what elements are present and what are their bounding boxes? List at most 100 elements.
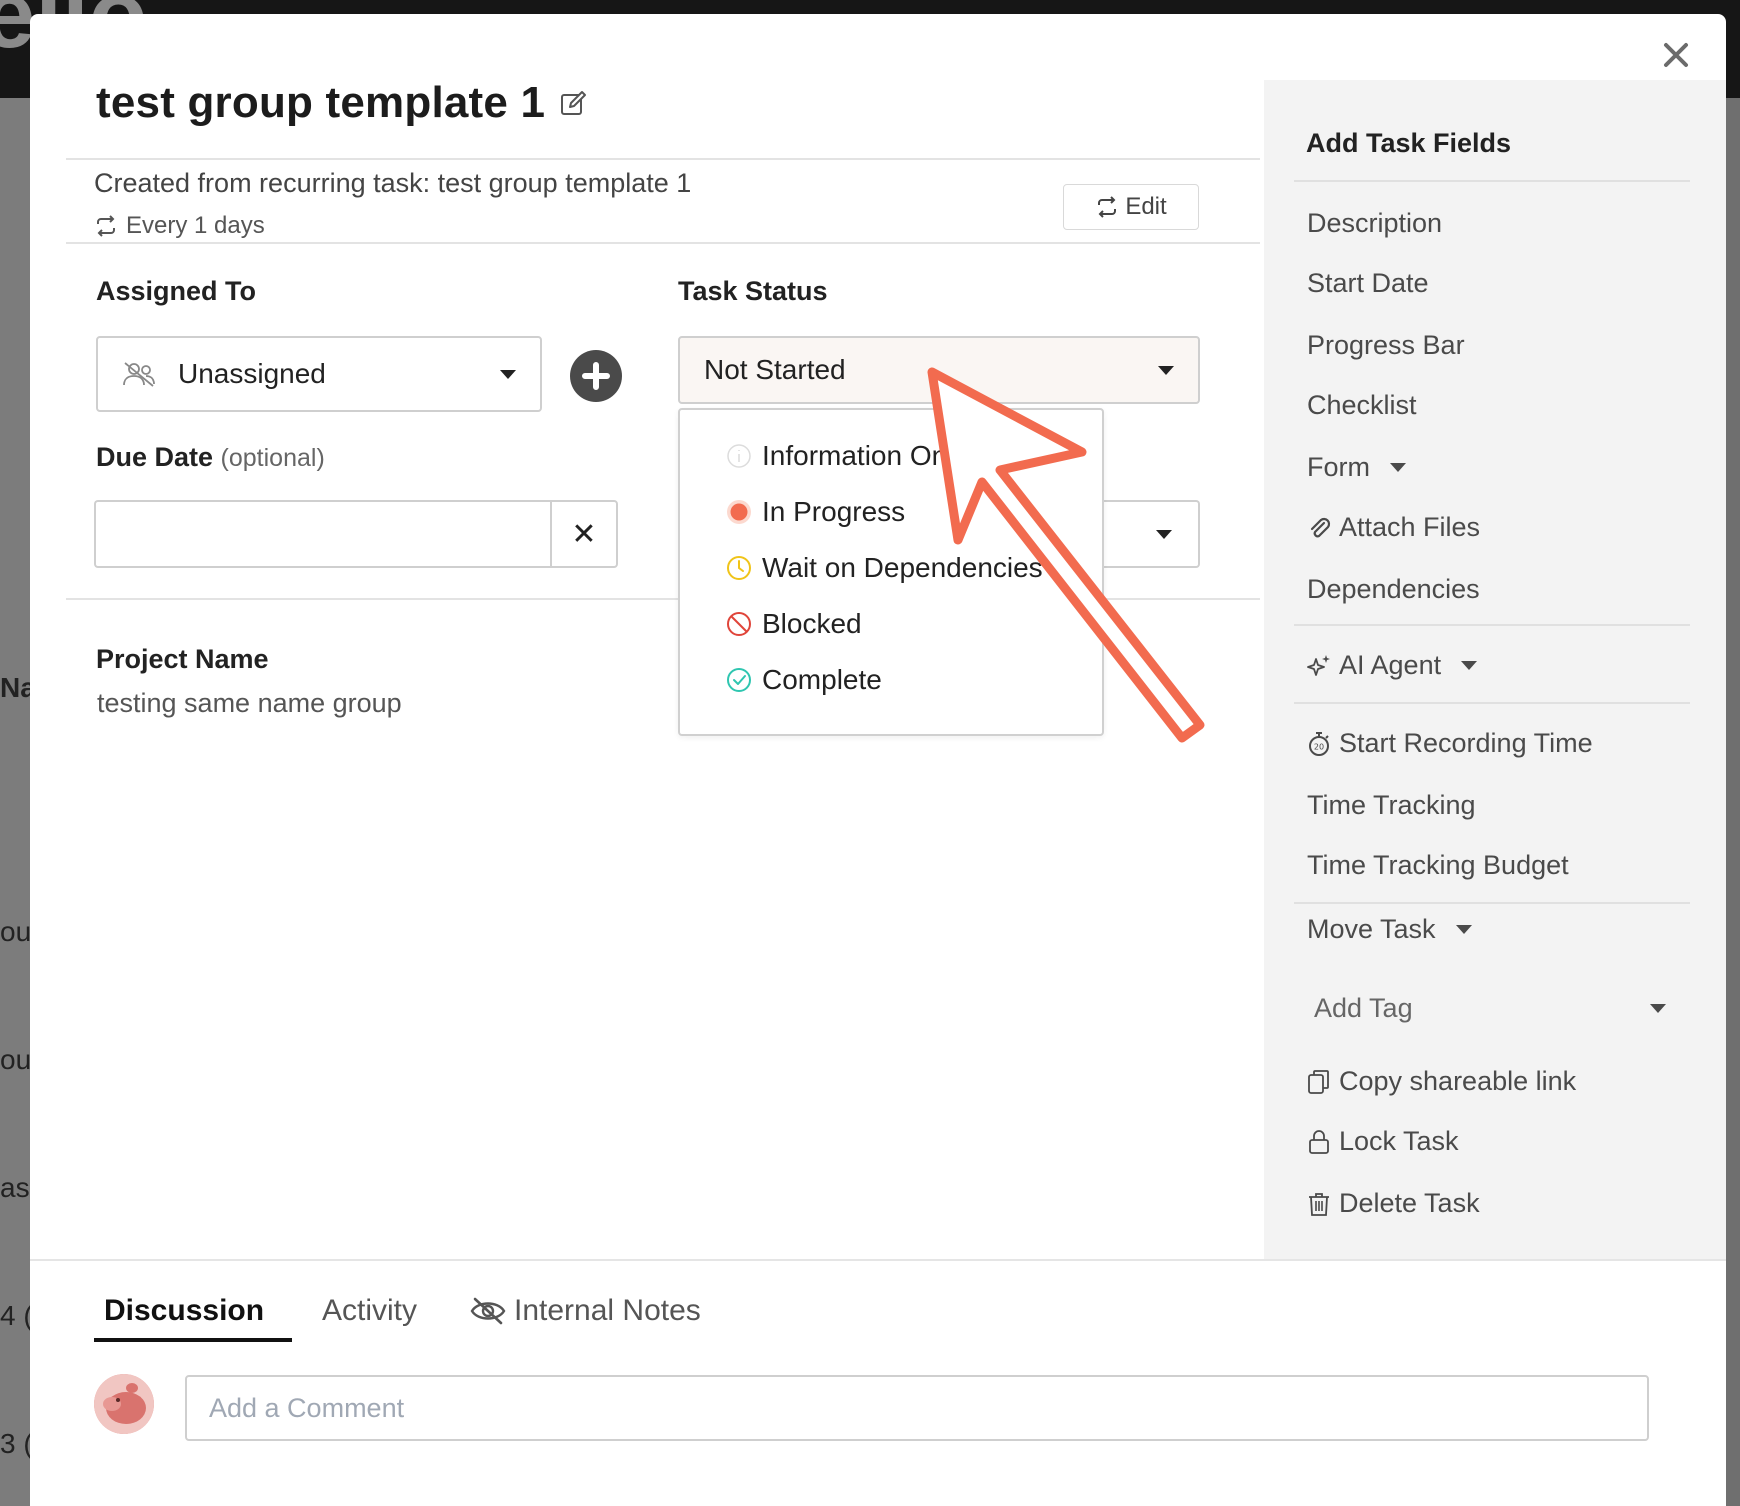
- repeat-icon: [1098, 196, 1117, 218]
- lock-icon: [1309, 1129, 1329, 1154]
- close-icon[interactable]: [1656, 36, 1696, 76]
- project-name-value: testing same name group: [97, 688, 402, 718]
- edit-recurrence-button[interactable]: Edit: [1063, 184, 1199, 230]
- add-assignee-button[interactable]: [570, 350, 622, 402]
- background-text: as: [0, 1172, 30, 1203]
- recurring-frequency-label: Every 1 days: [126, 212, 265, 239]
- title-row: test group template 1: [96, 78, 587, 128]
- sidebar-item-time-tracking[interactable]: Time Tracking: [1307, 790, 1476, 821]
- divider: [1294, 702, 1690, 704]
- sidebar-item-start-recording-time[interactable]: 20 Start Recording Time: [1307, 728, 1593, 759]
- eye-slash-icon: [470, 1297, 506, 1325]
- sidebar-item-checklist[interactable]: Checklist: [1307, 390, 1417, 421]
- sidebar-title: Add Task Fields: [1306, 128, 1512, 158]
- sparkles-icon: [1307, 654, 1330, 676]
- repeat-icon: [97, 215, 115, 237]
- status-option-in-progress[interactable]: In Progress: [726, 496, 905, 528]
- tab-discussion[interactable]: Discussion: [104, 1294, 264, 1328]
- background-text: ou: [0, 1044, 32, 1075]
- background-sidebar: [0, 98, 30, 1506]
- pencil-icon[interactable]: [559, 89, 587, 117]
- svg-text:20: 20: [1314, 742, 1324, 751]
- sidebar-item-start-date[interactable]: Start Date: [1307, 268, 1429, 299]
- status-option-label: Blocked: [762, 608, 862, 639]
- status-option-blocked[interactable]: Blocked: [726, 608, 862, 640]
- background-text: 4 (: [0, 1300, 33, 1331]
- comment-input[interactable]: [185, 1375, 1649, 1441]
- sidebar-item-label: Form: [1307, 452, 1370, 482]
- task-status-select[interactable]: Not Started: [678, 336, 1200, 404]
- due-date-label: Due Date (optional): [96, 442, 325, 473]
- copy-icon: [1308, 1069, 1329, 1094]
- sidebar-item-ai-agent[interactable]: AI Agent: [1307, 650, 1478, 681]
- tab-label: Internal Notes: [514, 1294, 701, 1327]
- assignee-select[interactable]: Unassigned: [96, 336, 542, 412]
- add-tag-select[interactable]: Add Tag: [1300, 980, 1680, 1036]
- task-main-column: test group template 1 Created from recur…: [30, 14, 1264, 1259]
- plus-icon: [582, 362, 610, 390]
- check-circle-icon: [727, 668, 751, 692]
- active-tab-indicator: [94, 1338, 292, 1342]
- status-option-complete[interactable]: Complete: [726, 664, 882, 696]
- sidebar-item-time-tracking-budget[interactable]: Time Tracking Budget: [1307, 850, 1569, 881]
- status-option-label: Complete: [762, 664, 882, 695]
- chevron-down-icon: [1455, 925, 1472, 934]
- due-date-label-text: Due Date: [96, 442, 214, 472]
- sidebar-item-attach-files[interactable]: Attach Files: [1307, 512, 1480, 543]
- sidebar-item-label: Delete Task: [1339, 1188, 1480, 1218]
- sidebar-item-label: Copy shareable link: [1339, 1066, 1577, 1096]
- divider: [1294, 624, 1690, 626]
- due-date-clear-button[interactable]: ✕: [550, 500, 618, 568]
- due-date-optional: (optional): [220, 444, 325, 472]
- avatar: [94, 1374, 154, 1434]
- users-slash-icon: [123, 362, 155, 387]
- chevron-down-icon: [500, 369, 516, 379]
- project-name-label: Project Name: [96, 644, 269, 674]
- assignee-value: Unassigned: [178, 358, 326, 389]
- sidebar-item-description[interactable]: Description: [1307, 208, 1442, 239]
- due-date-input[interactable]: [94, 500, 554, 568]
- sidebar-item-delete-task[interactable]: Delete Task: [1307, 1188, 1480, 1219]
- sidebar-item-move-task[interactable]: Move Task: [1307, 914, 1472, 945]
- status-option-label: Wait on Dependencies: [762, 552, 1043, 583]
- tab-internal-notes[interactable]: Internal Notes: [470, 1294, 701, 1328]
- sidebar-item-label: AI Agent: [1339, 650, 1442, 680]
- sidebar-item-label: Attach Files: [1339, 512, 1481, 542]
- secondary-select[interactable]: [1100, 500, 1200, 568]
- status-option-wait-on-dependencies[interactable]: Wait on Dependencies: [726, 552, 1043, 584]
- chevron-down-icon: [1156, 529, 1172, 539]
- task-status-label: Task Status: [678, 276, 828, 306]
- task-status-value: Not Started: [704, 354, 846, 385]
- status-option-information-only[interactable]: Information Only: [726, 440, 967, 472]
- task-status-dropdown: Information Only In Progress Wait on Dep…: [678, 408, 1104, 736]
- sidebar-item-label: Start Recording Time: [1339, 728, 1593, 758]
- chevron-down-icon: [1650, 1003, 1666, 1013]
- trash-icon: [1309, 1192, 1329, 1216]
- edit-button-label: Edit: [1125, 193, 1167, 220]
- task-modal: test group template 1 Created from recur…: [30, 14, 1726, 1506]
- sidebar-item-progress-bar[interactable]: Progress Bar: [1307, 330, 1465, 361]
- progress-dot-icon: [727, 500, 751, 524]
- paperclip-icon: [1310, 517, 1331, 537]
- status-option-label: In Progress: [762, 496, 906, 527]
- sidebar-item-copy-link[interactable]: Copy shareable link: [1307, 1066, 1576, 1097]
- avatar-image: [94, 1374, 154, 1434]
- sidebar-item-lock-task[interactable]: Lock Task: [1307, 1126, 1459, 1157]
- divider: [30, 1259, 1726, 1261]
- divider: [1294, 902, 1690, 904]
- task-title[interactable]: test group template 1: [96, 78, 545, 128]
- assigned-to-label: Assigned To: [96, 276, 257, 306]
- tab-activity[interactable]: Activity: [322, 1294, 417, 1328]
- sidebar-item-dependencies[interactable]: Dependencies: [1307, 574, 1480, 605]
- background-text: 3 (: [0, 1428, 33, 1459]
- clock-icon: [727, 556, 751, 580]
- divider: [66, 158, 1260, 160]
- divider: [66, 242, 1260, 244]
- status-option-label: Information Only: [762, 440, 968, 471]
- sidebar-item-label: Lock Task: [1339, 1126, 1459, 1156]
- info-icon: [727, 444, 751, 468]
- chevron-down-icon: [1461, 661, 1478, 670]
- chevron-down-icon: [1158, 365, 1174, 375]
- divider: [1294, 180, 1690, 182]
- sidebar-item-form[interactable]: Form: [1307, 452, 1406, 483]
